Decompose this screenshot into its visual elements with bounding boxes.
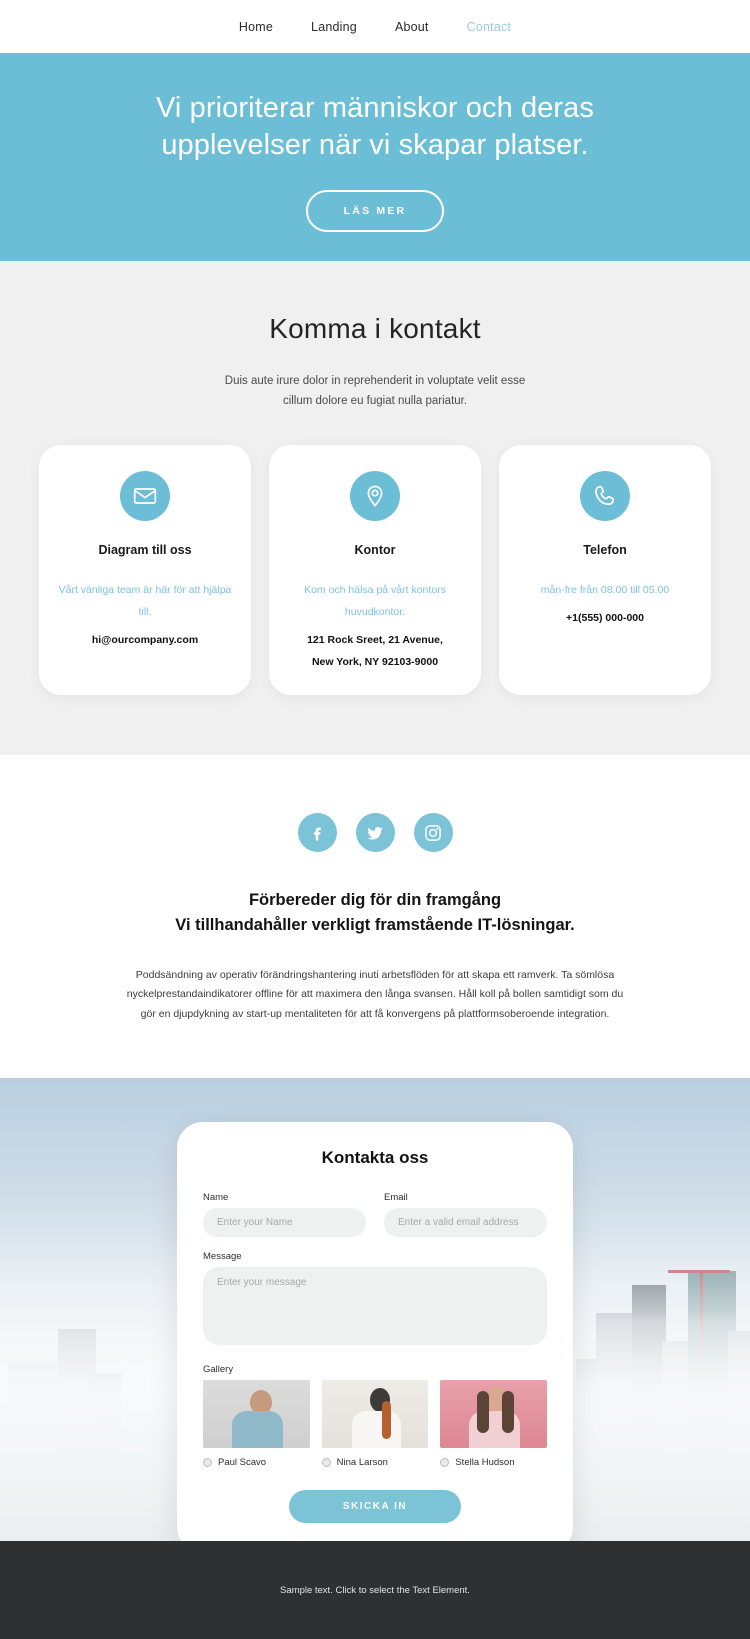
gallery-label-nina-larson: Nina Larson: [336, 1457, 388, 1469]
hero-section: Vi prioriterar människor och deras upple…: [0, 53, 750, 261]
gallery-image-paul-scavo[interactable]: [203, 1380, 310, 1449]
hero-title: Vi prioriterar människor och deras upple…: [155, 91, 595, 161]
footer: Sample text. Click to select the Text El…: [0, 1541, 750, 1639]
contact-card-value: +1(555) 000-000: [566, 612, 644, 625]
contact-card-phone[interactable]: Telefon mån-fre från 08.00 till 05.00 +1…: [499, 445, 711, 696]
info-heading-line1: Förbereder dig för din framgång: [248, 891, 502, 910]
contact-card-email[interactable]: Diagram till oss Vårt vänliga team är hä…: [39, 445, 251, 696]
gallery-image-stella-hudson[interactable]: [440, 1380, 548, 1449]
gallery-name-row[interactable]: Paul Scavo: [203, 1457, 310, 1468]
email-input[interactable]: [384, 1208, 547, 1238]
contact-card-title: Kontor: [354, 543, 396, 558]
main-navigation: Home Landing About Contact: [0, 0, 750, 53]
gallery-radio-paul-scavo[interactable]: [203, 1458, 212, 1468]
gallery-radio-stella-hudson[interactable]: [440, 1458, 450, 1468]
name-label: Name: [203, 1192, 229, 1204]
contact-card-value-line2: New York, NY 92103-9000: [311, 656, 439, 669]
gallery-radio-nina-larson[interactable]: [321, 1458, 331, 1468]
gallery-name-row[interactable]: Nina Larson: [321, 1457, 429, 1469]
info-headings: Förbereder dig för din framgång Vi tillh…: [0, 888, 750, 938]
twitter-icon[interactable]: [355, 813, 395, 853]
contact-card-title: Telefon: [583, 543, 627, 558]
contact-card-title: Diagram till oss: [98, 543, 192, 558]
contact-card-value: 121 Rock Sreet, 21 Avenue,: [307, 634, 443, 647]
name-field-group: Name: [203, 1192, 366, 1238]
footer-text[interactable]: Sample text. Click to select the Text El…: [280, 1585, 470, 1596]
gallery-label: Gallery: [203, 1364, 234, 1376]
map-pin-icon: [350, 471, 400, 522]
email-label: Email: [384, 1192, 408, 1204]
nav-item-home[interactable]: Home: [239, 20, 273, 34]
email-field-group: Email: [384, 1192, 547, 1238]
info-paragraph: Poddsändning av operativ förändringshant…: [126, 968, 624, 1020]
contact-card-description: mån-fre från 08.00 till 05.00: [540, 584, 670, 597]
gallery-option[interactable]: Stella Hudson: [440, 1380, 548, 1468]
contact-form: Kontakta oss Name Email Message Gallery: [177, 1122, 573, 1542]
nav-item-contact[interactable]: Contact: [467, 20, 511, 34]
message-field-group: Message: [203, 1251, 547, 1350]
facebook-icon[interactable]: [297, 813, 337, 853]
contact-section: Komma i kontakt Duis aute irure dolor in…: [0, 261, 750, 756]
message-label: Message: [203, 1251, 242, 1263]
gallery-option[interactable]: Paul Scavo: [203, 1380, 310, 1468]
instagram-icon[interactable]: [413, 813, 453, 853]
gallery-label-stella-hudson: Stella Hudson: [455, 1457, 515, 1469]
hero-read-more-button[interactable]: LÄS MER: [305, 190, 445, 233]
contact-cards: Diagram till oss Vårt vänliga team är hä…: [0, 445, 750, 696]
nav-item-landing[interactable]: Landing: [311, 20, 357, 34]
gallery-label-paul-scavo: Paul Scavo: [218, 1457, 267, 1469]
info-heading-line2: Vi tillhandahåller verkligt framstående …: [175, 916, 575, 935]
form-row-name-email: Name Email: [203, 1192, 547, 1251]
contact-section-subtitle: Duis aute irure dolor in reprehenderit i…: [224, 375, 526, 408]
gallery-image-nina-larson[interactable]: [321, 1380, 429, 1449]
nav-item-about[interactable]: About: [395, 20, 429, 34]
submit-button[interactable]: SKICKA IN: [289, 1490, 461, 1524]
contact-card-office[interactable]: Kontor Kom och hälsa på vårt kontors huv…: [269, 445, 481, 696]
form-title: Kontakta oss: [321, 1148, 429, 1168]
envelope-icon: [120, 471, 170, 522]
social-links: [0, 813, 750, 853]
phone-icon: [580, 471, 630, 522]
contact-section-title: Komma i kontakt: [269, 313, 481, 344]
gallery-option[interactable]: Nina Larson: [321, 1380, 429, 1469]
contact-card-description: Vårt vänliga team är här för att hjälpa …: [58, 584, 232, 619]
info-section: Förbereder dig för din framgång Vi tillh…: [0, 755, 750, 1079]
contact-card-description: Kom och hälsa på vårt kontors huvudkonto…: [304, 584, 446, 619]
name-input[interactable]: [203, 1208, 366, 1238]
contact-card-value: hi@ourcompany.com: [91, 634, 199, 647]
message-textarea[interactable]: [203, 1267, 547, 1346]
city-background-section: Kontakta oss Name Email Message Gallery: [0, 1078, 750, 1542]
gallery-options: Paul Scavo Nina Larson Stella Hudson: [203, 1380, 548, 1469]
gallery-name-row[interactable]: Stella Hudson: [440, 1457, 547, 1468]
